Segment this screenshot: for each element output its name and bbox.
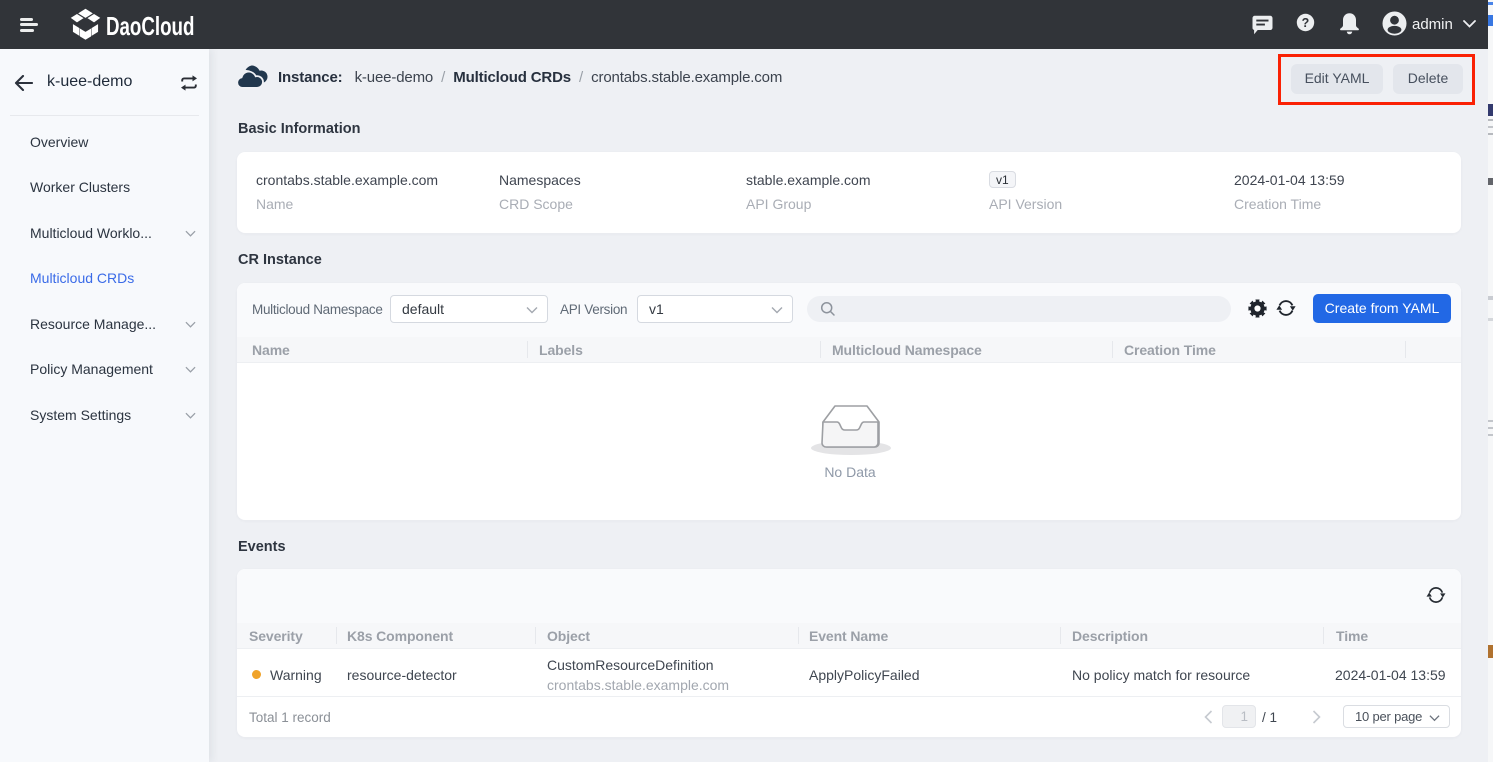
svg-text:?: ?: [1302, 16, 1310, 30]
